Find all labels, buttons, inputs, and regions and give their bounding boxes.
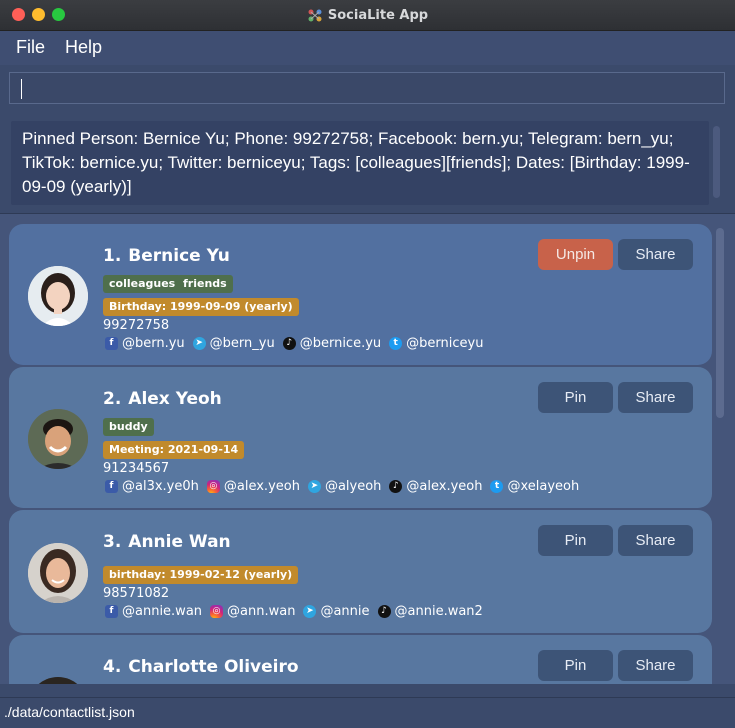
contact-card-3[interactable]: 3. Annie Wan birthday: 1999-02-12 (yearly… (9, 510, 712, 633)
facebook-icon: f (105, 479, 118, 493)
contact-index: 3. (103, 532, 122, 552)
share-button[interactable]: Share (618, 525, 693, 556)
contact-name: Alex Yeoh (128, 389, 222, 409)
avatar-annie-image (28, 543, 88, 603)
contact-name: Annie Wan (128, 532, 231, 552)
result-text: Pinned Person: Bernice Yu; Phone: 992727… (22, 129, 690, 196)
pin-button[interactable]: Pin (538, 650, 613, 681)
telegram-icon: ➤ (192, 336, 206, 350)
telegram-handle[interactable]: @alyeoh (325, 479, 381, 494)
contact-index: 2. (103, 389, 122, 409)
avatar (28, 266, 88, 326)
twitter-icon: t (389, 336, 403, 350)
twitter-icon: t (490, 479, 504, 493)
tiktok-icon: ♪ (389, 479, 403, 493)
facebook-handle[interactable]: @bern.yu (122, 336, 185, 351)
phone-number: 91234567 (103, 461, 170, 476)
contact-name-row: 4. Charlotte Oliveiro (103, 657, 299, 677)
pin-button[interactable]: Pin (538, 382, 613, 413)
app-logo-icon (308, 9, 322, 22)
contact-name: Bernice Yu (128, 246, 230, 266)
date-badge: Meeting: 2021-09-14 (103, 441, 245, 459)
share-button[interactable]: Share (618, 650, 693, 681)
menu-bar: File Help (0, 31, 735, 65)
avatar (28, 409, 88, 469)
tiktok-handle[interactable]: @alex.yeoh (406, 479, 482, 494)
tiktok-icon: ♪ (377, 604, 391, 618)
tiktok-handle[interactable]: @bernice.yu (300, 336, 381, 351)
instagram-icon: ◎ (206, 479, 220, 493)
facebook-handle[interactable]: @al3x.ye0h (122, 479, 199, 494)
pin-button[interactable]: Pin (538, 525, 613, 556)
telegram-icon: ➤ (303, 604, 317, 618)
menu-help[interactable]: Help (65, 37, 102, 58)
social-handles: f @bern.yu ➤ @bern_yu ♪ @bernice.yu t @berni… (103, 335, 489, 351)
instagram-handle[interactable]: @alex.yeoh (224, 479, 300, 494)
avatar (28, 543, 88, 603)
date-badge: Birthday: 1999-09-09 (yearly) (103, 298, 299, 316)
contact-list: 1. Bernice Yu colleagues friends Birthday… (0, 214, 735, 684)
instagram-handle[interactable]: @ann.wan (227, 604, 295, 619)
share-button[interactable]: Share (618, 239, 693, 270)
contact-card-4[interactable]: 4. Charlotte Oliveiro Pin Share (9, 635, 712, 684)
contact-index: 1. (103, 246, 122, 266)
command-input[interactable] (9, 72, 725, 104)
telegram-icon: ➤ (307, 479, 321, 493)
contact-name-row: 1. Bernice Yu (103, 246, 230, 266)
twitter-handle[interactable]: @berniceyu (406, 336, 483, 351)
contact-name-row: 2. Alex Yeoh (103, 389, 222, 409)
tag-colleagues: colleagues (103, 275, 182, 293)
avatar (28, 677, 88, 684)
status-bar: ./data/contactlist.json (0, 697, 735, 728)
telegram-handle[interactable]: @bern_yu (210, 336, 275, 351)
phone-number: 98571082 (103, 586, 170, 601)
contact-name: Charlotte Oliveiro (128, 657, 299, 677)
phone-number: 99272758 (103, 318, 170, 333)
date-badge: birthday: 1999-02-12 (yearly) (103, 566, 299, 584)
contact-card-1[interactable]: 1. Bernice Yu colleagues friends Birthday… (9, 224, 712, 365)
social-handles: f @al3x.ye0h ◎ @alex.yeoh ➤ @alyeoh ♪ @alex.… (103, 478, 585, 494)
facebook-icon: f (105, 336, 118, 350)
tag-friends: friends (177, 275, 233, 293)
instagram-icon: ◎ (210, 604, 224, 618)
result-scrollbar[interactable] (713, 126, 720, 198)
window-titlebar: SociaLite App (0, 0, 735, 31)
contact-list-scrollbar[interactable] (716, 228, 724, 418)
avatar-bernice-image (28, 266, 88, 326)
contact-index: 4. (103, 657, 122, 677)
tiktok-icon: ♪ (282, 336, 296, 350)
facebook-icon: f (105, 604, 118, 618)
telegram-handle[interactable]: @annie (320, 604, 369, 619)
contact-name-row: 3. Annie Wan (103, 532, 231, 552)
contact-card-2[interactable]: 2. Alex Yeoh buddy Meeting: 2021-09-14 91… (9, 367, 712, 508)
facebook-handle[interactable]: @annie.wan (122, 604, 202, 619)
result-display[interactable]: Pinned Person: Bernice Yu; Phone: 992727… (11, 121, 709, 205)
window-title-container: SociaLite App (0, 0, 735, 30)
window-title: SociaLite App (327, 7, 429, 23)
unpin-button[interactable]: Unpin (538, 239, 613, 270)
twitter-handle[interactable]: @xelayeoh (507, 479, 579, 494)
tiktok-handle[interactable]: @annie.wan2 (395, 604, 483, 619)
social-handles: f @annie.wan ◎ @ann.wan ➤ @annie ♪ @annie.wa… (103, 603, 489, 619)
share-button[interactable]: Share (618, 382, 693, 413)
avatar-alex-image (28, 409, 88, 469)
menu-file[interactable]: File (16, 37, 45, 58)
text-cursor (21, 79, 22, 99)
tag-buddy: buddy (103, 418, 154, 436)
data-file-path: ./data/contactlist.json (4, 704, 135, 720)
